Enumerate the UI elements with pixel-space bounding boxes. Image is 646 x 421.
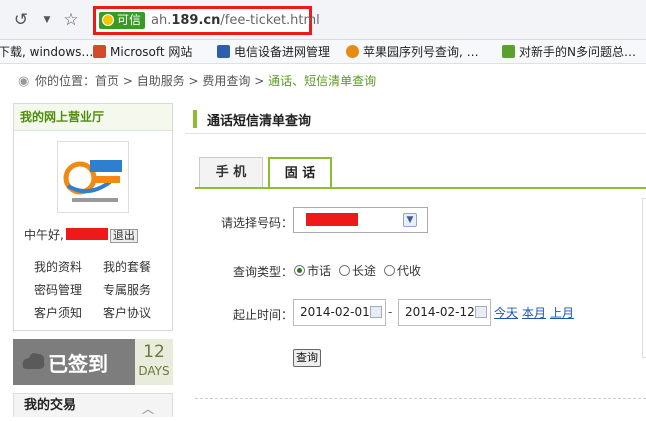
link-today[interactable]: 今天 [494,304,518,321]
url-text: ah.189.cn/fee-ticket.html [151,13,320,28]
favorite-star-icon[interactable]: ☆ [60,9,82,31]
link-exclusive-service[interactable]: 专属服务 [103,281,151,298]
history-dropdown-icon[interactable]: ▼ [36,9,58,31]
address-bar: ↺ ▼ ☆ 可信 ah.189.cn/fee-ticket.html [0,0,646,40]
date-separator: - [388,305,393,319]
bookmark-item[interactable]: 下载, windows… [0,44,93,60]
bookmark-item[interactable]: 电信设备进网管理 [217,44,330,60]
radio-local[interactable]: 市话 [294,262,331,279]
my-trade-header[interactable]: 我的交易 ︿ [13,393,173,417]
link-customer-agreement[interactable]: 客户协议 [103,304,151,321]
location-pin-icon: ◉ [18,74,30,89]
sidebar-title: 我的网上营业厅 [14,104,172,131]
greeting: 中午好, 退出 [24,226,138,243]
calendar-icon[interactable] [370,306,382,318]
radio-long-distance[interactable]: 长途 [339,262,376,279]
side-panel-edge [642,198,646,358]
link-last-month[interactable]: 上月 [550,304,574,321]
redacted-number [306,213,358,226]
end-date-input[interactable]: 2014-02-12 [398,299,491,326]
query-type-label: 查询类型： [233,265,294,279]
tab-fixed-line[interactable]: 固 话 [268,157,332,189]
signin-banner[interactable]: 已签到 12 DAYS [13,339,173,385]
section-divider [195,398,646,399]
radio-collection[interactable]: 代收 [384,262,421,279]
chevron-up-icon: ︿ [141,402,154,416]
page-icon [93,45,106,58]
signin-days: 12 DAYS [135,339,173,385]
chevron-down-icon: ▼ [403,213,417,227]
trust-icon [102,14,114,26]
tianyi-logo [57,141,129,213]
trust-badge[interactable]: 可信 [99,12,146,29]
start-date-input[interactable]: 2014-02-01 [293,299,386,326]
breadcrumb-fee-query[interactable]: 费用查询 [202,74,250,88]
signin-label: 已签到 [48,352,108,376]
reload-icon[interactable]: ↺ [10,9,32,31]
redacted-name [65,228,108,240]
bookmark-item[interactable]: Microsoft 网站 [93,44,192,60]
number-select[interactable]: ▼ [293,207,428,233]
bookmark-item[interactable]: 苹果园序列号查询, … [346,44,479,60]
title-bar-marker [193,110,197,128]
logout-button[interactable]: 退出 [109,229,138,243]
folder-icon [502,45,515,58]
page-title: 通话短信清单查询 [207,114,312,129]
search-icon [346,45,359,58]
link-my-profile[interactable]: 我的资料 [34,258,82,275]
navigation-controls: ↺ ▼ ☆ [10,9,90,31]
link-this-month[interactable]: 本月 [522,304,546,321]
trust-label: 可信 [117,13,142,27]
main-header: 通话短信清单查询 [185,106,646,134]
sidebar: 我的网上营业厅 中午好, 退出 我的资料 我的套餐 密码管理 专属服务 客户须知 … [13,103,173,331]
signin-cloud-icon [22,353,45,369]
breadcrumb-home[interactable]: 首页 [95,74,119,88]
tab-mobile[interactable]: 手 机 [199,157,263,188]
period-label: 起止时间： [233,308,294,322]
select-number-label: 请选择号码： [221,216,294,230]
link-my-package[interactable]: 我的套餐 [103,258,151,275]
breadcrumb-current: 通话、短信清单查询 [268,74,377,88]
url-field[interactable]: 可信 ah.189.cn/fee-ticket.html [93,6,320,35]
page-icon [217,45,230,58]
calendar-icon[interactable] [475,306,487,318]
breadcrumb: ◉ 你的位置：首页 > 自助服务 > 费用查询 > 通话、短信清单查询 [18,74,377,89]
bookmarks-bar: 下载, windows… Microsoft 网站 电信设备进网管理 苹果园序列… [0,40,646,64]
bookmark-item[interactable]: 对新手的N多问题总… [502,44,636,60]
link-customer-notice[interactable]: 客户须知 [34,304,82,321]
breadcrumb-self-service[interactable]: 自助服务 [137,74,185,88]
tab-underline [195,187,646,189]
query-button[interactable]: 查询 [293,349,321,367]
link-password[interactable]: 密码管理 [34,281,82,298]
